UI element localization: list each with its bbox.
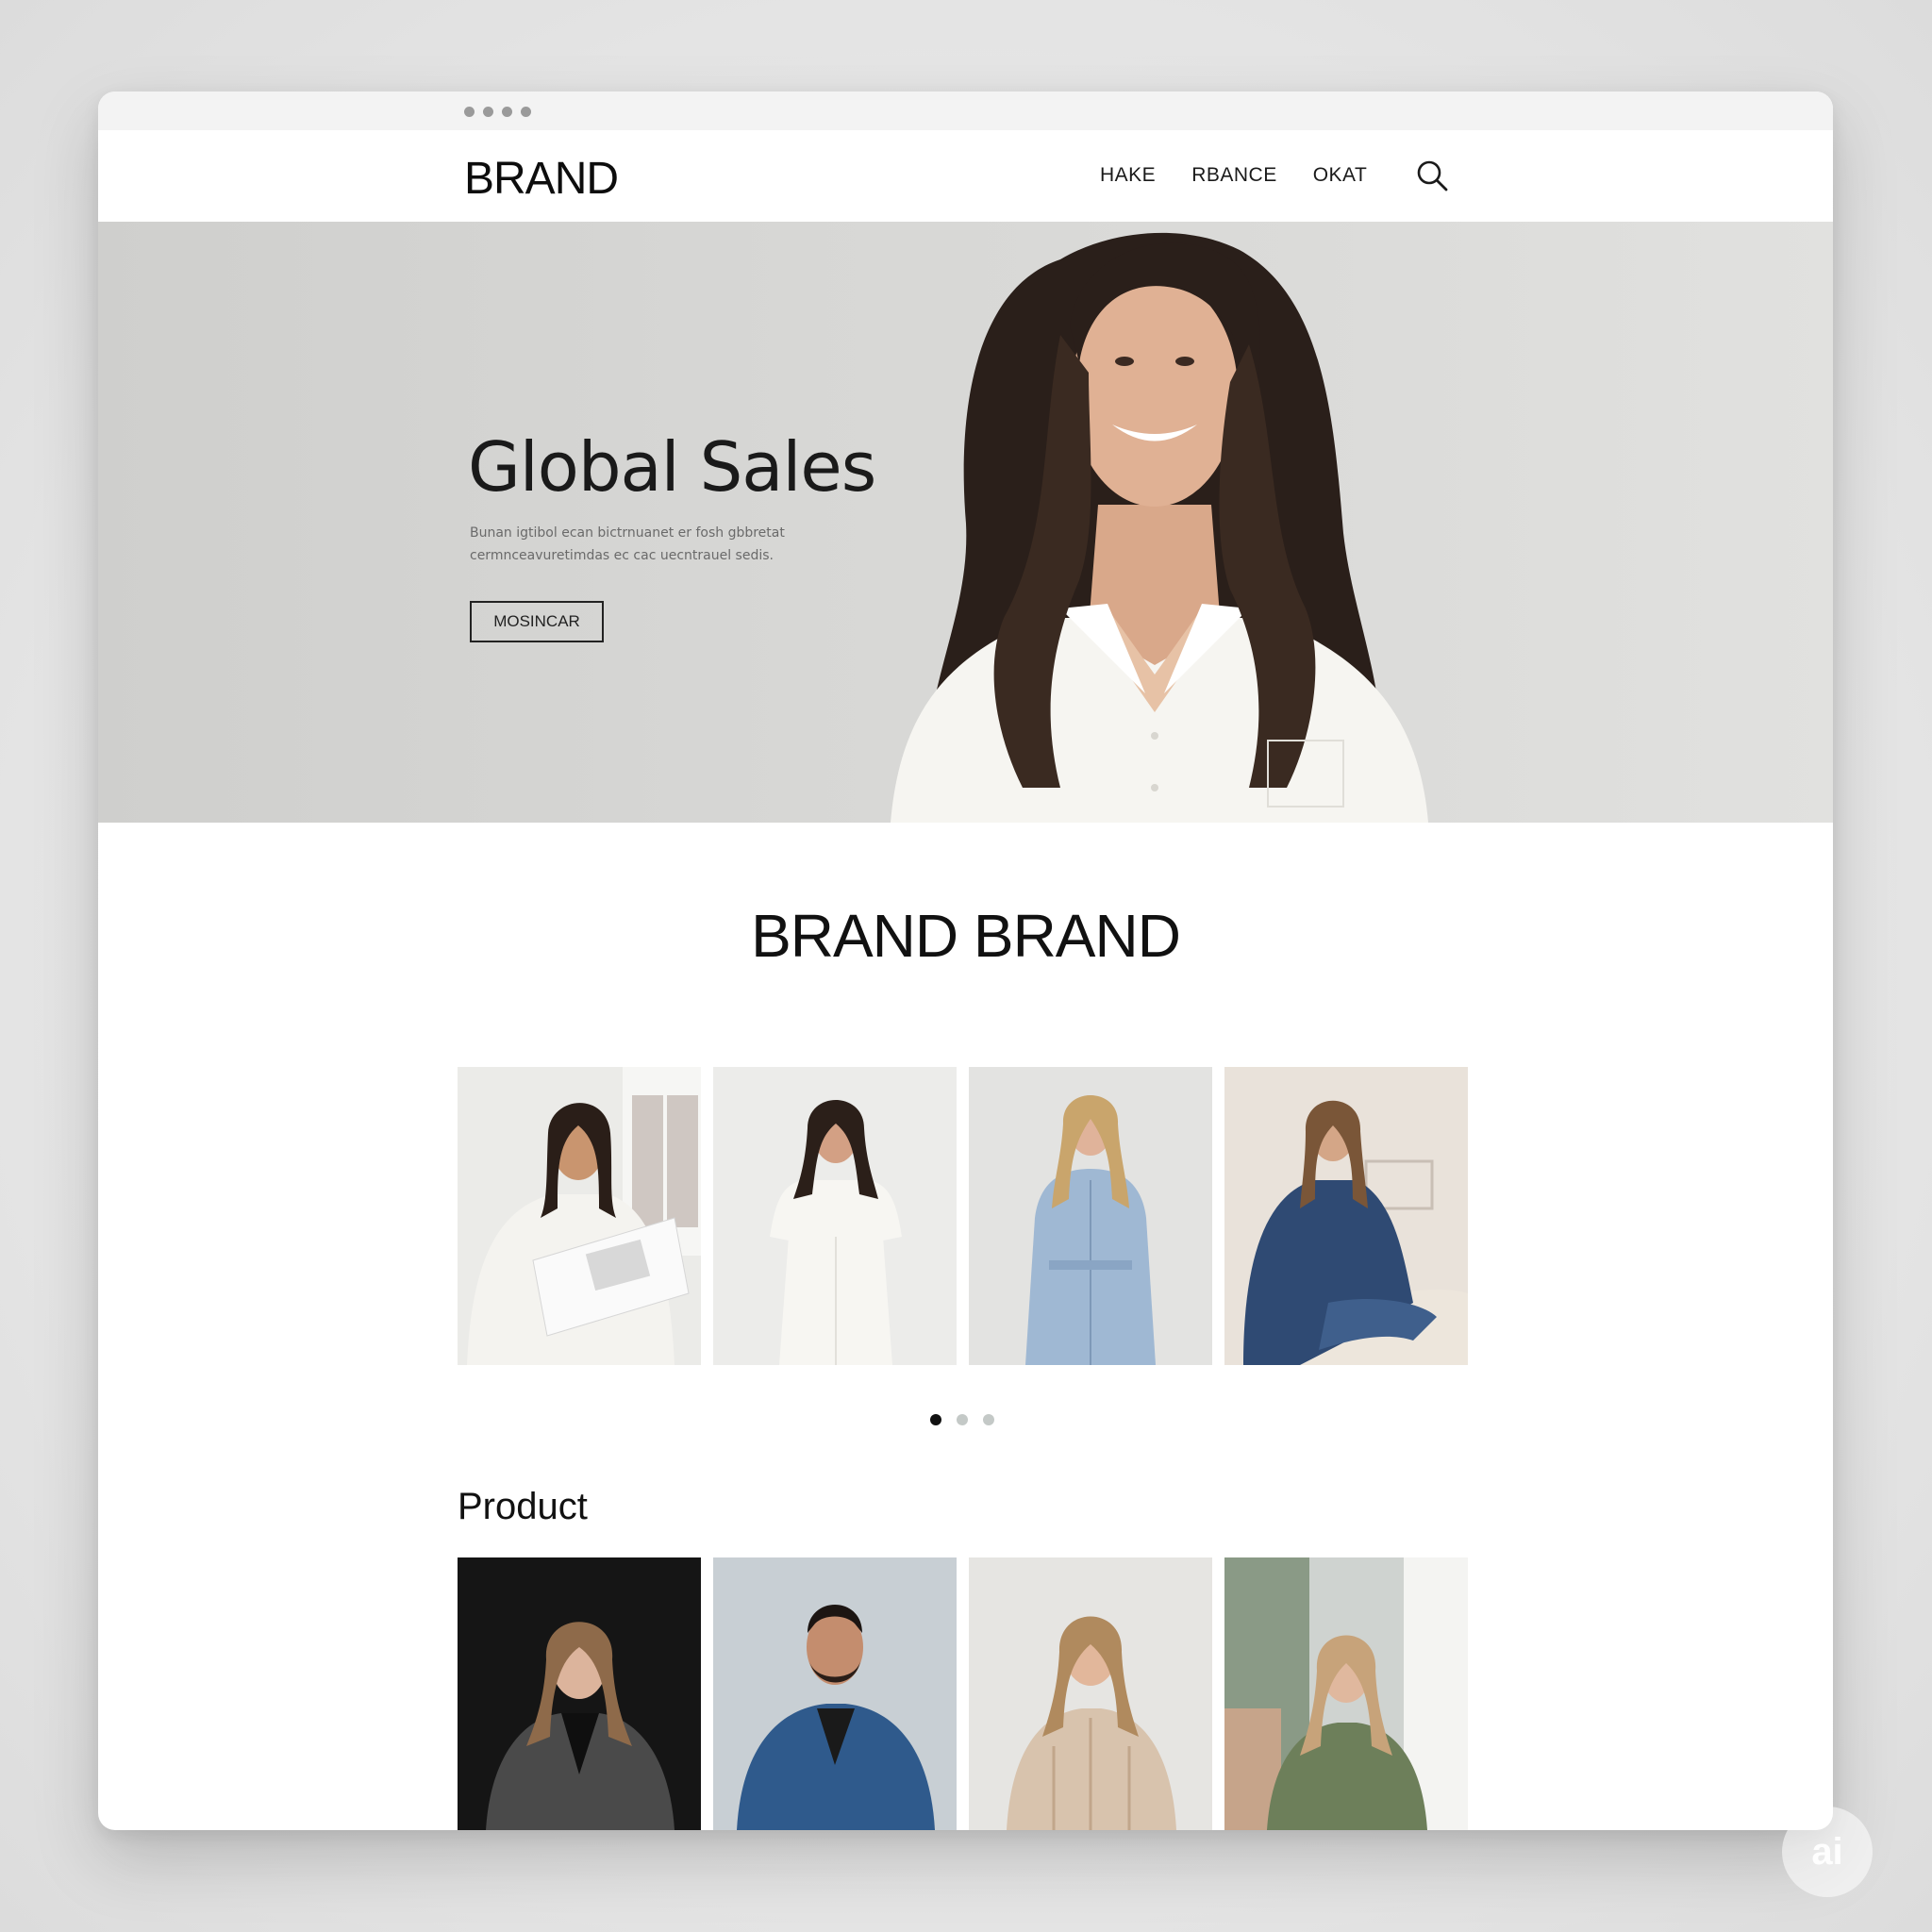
brand-logo[interactable]: BRAND [464,153,619,205]
model-photo [458,1067,701,1365]
product-item[interactable] [458,1557,701,1830]
window-dot[interactable] [464,107,475,117]
model-photo [1224,1067,1468,1365]
collection-item[interactable] [969,1067,1212,1365]
hero-subtitle: Bunan igtibol ecan bictrnuanet er fosh g… [470,525,785,563]
hero-model-image [891,232,1428,823]
collection-grid [458,1067,1468,1365]
browser-window: BRAND HAKE RBANCE OKAT Global Sales Buna… [98,92,1833,1830]
collection-item[interactable] [713,1067,957,1365]
pager-dot-active[interactable] [930,1414,941,1425]
window-dots [464,107,531,117]
search-icon [1417,160,1448,192]
product-item[interactable] [713,1557,957,1830]
collection-title: BRAND BRAND [751,902,1181,970]
nav-link-3[interactable]: OKAT [1313,164,1368,187]
pager-dot[interactable] [957,1414,968,1425]
collection-item[interactable] [1224,1067,1468,1365]
hero-cta-button[interactable]: MOSINCAR [470,601,604,642]
collection-item[interactable] [458,1067,701,1365]
nav-link-1[interactable]: HAKE [1100,164,1156,187]
carousel-pager [930,1414,994,1425]
product-heading: Product [458,1486,588,1527]
ai-watermark-badge: ai [1782,1807,1873,1897]
window-chrome [98,92,1833,130]
search-button[interactable] [1413,157,1451,194]
model-photo [969,1067,1212,1365]
site-header: BRAND HAKE RBANCE OKAT [98,130,1833,222]
hero-title: Global Sales [468,427,876,507]
window-dot[interactable] [502,107,512,117]
window-dot[interactable] [483,107,493,117]
hero-banner: Global Sales Bunan igtibol ecan bictrnua… [98,222,1833,823]
nav-link-2[interactable]: RBANCE [1191,164,1277,187]
model-photo [969,1557,1212,1830]
product-grid [458,1557,1468,1830]
window-dot[interactable] [521,107,531,117]
product-item[interactable] [969,1557,1212,1830]
model-photo [458,1557,701,1830]
model-photo [713,1557,957,1830]
model-photo [713,1067,957,1365]
main-nav: HAKE RBANCE OKAT [1100,164,1367,187]
product-item[interactable] [1224,1557,1468,1830]
model-photo [1224,1557,1468,1830]
page-background: BRAND HAKE RBANCE OKAT Global Sales Buna… [0,0,1932,1932]
pager-dot[interactable] [983,1414,994,1425]
